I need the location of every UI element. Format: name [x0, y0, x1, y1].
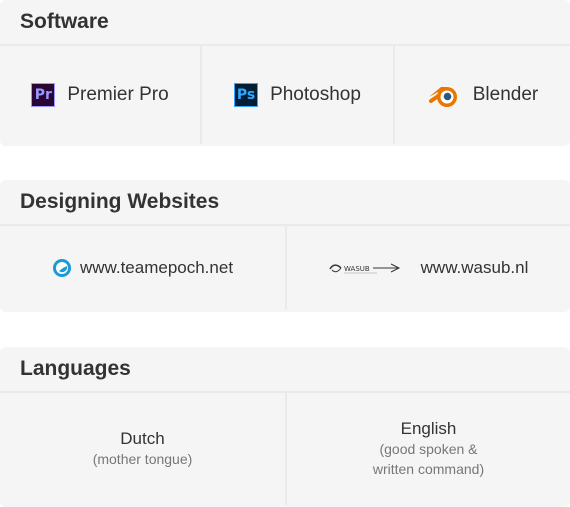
- software-card: Software Pr Premier Pro Ps Photoshop Ble…: [0, 0, 570, 146]
- teamepoch-logo-icon: [52, 258, 72, 278]
- software-item-label: Premier Pro: [67, 84, 169, 105]
- languages-card: Languages Dutch (mother tongue) English …: [0, 347, 570, 507]
- websites-heading: Designing Websites: [20, 190, 220, 213]
- website-link[interactable]: www.wasub.nl: [421, 258, 529, 278]
- software-item-blender: Blender: [395, 46, 570, 144]
- language-name: Dutch: [120, 429, 165, 448]
- languages-row: Dutch (mother tongue) English (good spok…: [0, 393, 570, 505]
- language-proficiency: (mother tongue): [92, 451, 193, 467]
- software-item-label: Blender: [472, 84, 539, 105]
- language-name: English: [400, 419, 457, 438]
- language-item-english: English (good spoken & written command): [287, 393, 570, 505]
- wasub-logo-icon: WASUB: [328, 261, 401, 275]
- languages-heading: Languages: [20, 357, 131, 380]
- website-item-wasub[interactable]: WASUB www.wasub.nl: [287, 226, 570, 310]
- photoshop-icon: Ps: [234, 83, 259, 107]
- language-item-dutch: Dutch (mother tongue): [0, 393, 287, 505]
- software-item-label: Photoshop: [270, 84, 361, 105]
- websites-row: www.teamepoch.net WASUB www.wasub.nl: [0, 226, 570, 310]
- wasub-logo-text: WASUB: [344, 265, 370, 273]
- software-heading: Software: [20, 10, 109, 33]
- website-link[interactable]: www.teamepoch.net: [80, 258, 233, 278]
- skills-page: Software Pr Premier Pro Ps Photoshop Ble…: [0, 0, 570, 507]
- software-item-premiere: Pr Premier Pro: [0, 46, 202, 144]
- software-row: Pr Premier Pro Ps Photoshop Blender: [0, 46, 570, 144]
- premiere-pro-icon: Pr: [31, 83, 56, 107]
- software-item-photoshop: Ps Photoshop: [202, 46, 395, 144]
- language-proficiency: (good spoken & written command): [372, 441, 485, 477]
- websites-card: Designing Websites www.teamepoch.net WAS…: [0, 180, 570, 312]
- blender-icon: [427, 81, 461, 109]
- website-item-teamepoch[interactable]: www.teamepoch.net: [0, 226, 287, 310]
